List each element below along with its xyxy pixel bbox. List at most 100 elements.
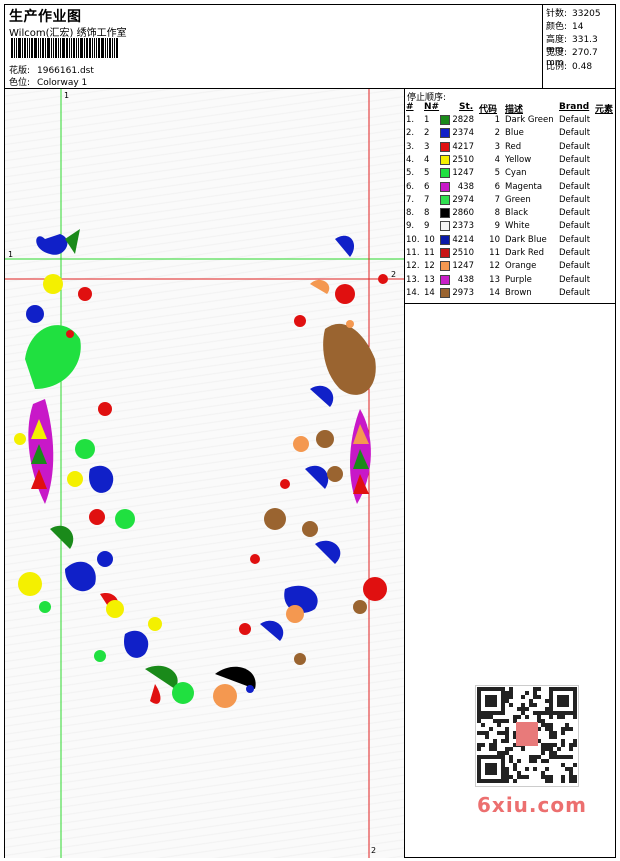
table-row[interactable]: 5. 5 1247 5 Cyan Default <box>405 167 616 180</box>
row-description: Dark Red <box>505 248 545 258</box>
row-stitches: 4214 <box>452 234 474 245</box>
row-stitches: 2974 <box>452 194 474 205</box>
color-swatch <box>440 181 450 192</box>
color-swatch <box>440 261 450 272</box>
row-stitches: 2374 <box>452 128 474 139</box>
row-code: 5 <box>494 168 500 179</box>
row-number: 8 <box>424 208 430 219</box>
row-code: 13 <box>489 274 500 285</box>
row-index: 9. <box>406 221 415 232</box>
table-row[interactable]: 10. 10 4214 10 Dark Blue Default <box>405 234 616 247</box>
colorway-row: 色位: Colorway 1 <box>9 75 87 88</box>
col-stitches: St. <box>459 102 474 112</box>
row-code: 10 <box>489 234 500 245</box>
row-code: 11 <box>489 248 500 258</box>
color-swatch <box>440 287 450 298</box>
col-hash: # <box>406 102 414 112</box>
row-number: 12 <box>424 261 435 272</box>
stop-sequence-panel: 停止顺序: # N# St. 代码 描述 Brand 元素 1. 1 2828 1 Da… <box>405 89 616 858</box>
table-row[interactable]: 7. 7 2974 7 Green Default <box>405 194 616 207</box>
row-code: 9 <box>494 221 500 232</box>
row-number: 3 <box>424 141 430 152</box>
color-swatch <box>440 194 450 205</box>
table-row[interactable]: 12. 12 1247 12 Orange Default <box>405 260 616 273</box>
row-index: 1. <box>406 115 415 125</box>
color-swatch <box>440 154 450 165</box>
table-row[interactable]: 13. 13 438 13 Purple Default <box>405 274 616 287</box>
row-brand: Default <box>559 234 591 245</box>
table-row[interactable]: 11. 11 2510 11 Dark Red Default <box>405 247 616 260</box>
spec-colors: 颜色: 14 <box>546 22 584 32</box>
spec-scale: 比例: 0.48 <box>546 62 593 72</box>
table-row[interactable]: 8. 8 2860 8 Black Default <box>405 207 616 220</box>
row-brand: Default <box>559 128 591 139</box>
table-row[interactable]: 1. 1 2828 1 Dark Green Default <box>405 114 616 127</box>
spec-stitches: 针数: 33205 <box>546 9 601 19</box>
row-brand: Default <box>559 194 591 205</box>
row-number: 2 <box>424 128 430 139</box>
row-code: 8 <box>494 208 500 219</box>
color-swatch <box>440 128 450 139</box>
row-description: Black <box>505 208 528 219</box>
row-code: 4 <box>494 154 500 165</box>
row-code: 2 <box>494 128 500 139</box>
table-row[interactable]: 14. 14 2973 14 Brown Default <box>405 287 616 300</box>
row-description: Yellow <box>505 154 532 165</box>
row-index: 4. <box>406 154 415 165</box>
row-index: 11. <box>406 248 420 258</box>
row-number: 13 <box>424 274 435 285</box>
page-title: 生产作业图 <box>9 9 82 25</box>
color-swatch <box>440 234 450 245</box>
design-canvas[interactable]: 1 1 2 2 <box>5 89 405 858</box>
row-index: 2. <box>406 128 415 139</box>
color-swatch <box>440 248 450 258</box>
row-brand: Default <box>559 141 591 152</box>
row-number: 1 <box>424 115 430 125</box>
row-description: Dark Green <box>505 115 554 125</box>
row-code: 3 <box>494 141 500 152</box>
row-index: 12. <box>406 261 420 272</box>
table-row[interactable]: 2. 2 2374 2 Blue Default <box>405 127 616 140</box>
row-code: 14 <box>489 287 500 298</box>
qr-code <box>475 685 579 787</box>
row-description: Brown <box>505 287 532 298</box>
row-number: 7 <box>424 194 430 205</box>
guide-label-v1: 1 <box>64 91 70 100</box>
design-specs: 针数: 33205 颜色: 14 高度: 331.3 mm 宽度: 270.7 mm 比… <box>543 5 616 89</box>
row-brand: Default <box>559 221 591 232</box>
row-index: 13. <box>406 274 420 285</box>
row-number: 14 <box>424 287 435 298</box>
production-worksheet: 生产作业图 Wilcom(汇宏) 绣饰工作室 花版: 1966161.dst 色位… <box>4 4 616 858</box>
row-description: Red <box>505 141 522 152</box>
row-stitches: 2510 <box>452 248 474 258</box>
guide-label-h1: 1 <box>8 250 14 259</box>
row-index: 7. <box>406 194 415 205</box>
left-motif <box>14 229 194 704</box>
row-description: Dark Blue <box>505 234 547 245</box>
row-description: Cyan <box>505 168 527 179</box>
watermark: 6xiu.com <box>477 793 587 817</box>
row-description: Green <box>505 194 531 205</box>
row-code: 1 <box>494 115 500 125</box>
row-brand: Default <box>559 287 591 298</box>
row-stitches: 438 <box>457 274 474 285</box>
row-code: 7 <box>494 194 500 205</box>
color-swatch <box>440 221 450 232</box>
row-brand: Default <box>559 115 591 125</box>
table-row[interactable]: 3. 3 4217 3 Red Default <box>405 141 616 154</box>
row-stitches: 2510 <box>452 154 474 165</box>
row-number: 6 <box>424 181 430 192</box>
row-number: 4 <box>424 154 430 165</box>
colorway-value: Colorway 1 <box>37 78 88 88</box>
table-row[interactable]: 6. 6 438 6 Magenta Default <box>405 181 616 194</box>
color-swatch <box>440 274 450 285</box>
row-brand: Default <box>559 248 591 258</box>
col-brand: Brand <box>559 102 590 112</box>
row-brand: Default <box>559 208 591 219</box>
table-row[interactable]: 4. 4 2510 4 Yellow Default <box>405 154 616 167</box>
row-stitches: 2860 <box>452 208 474 219</box>
row-stitches: 1247 <box>452 168 474 179</box>
table-row[interactable]: 9. 9 2373 9 White Default <box>405 220 616 233</box>
row-description: Blue <box>505 128 524 139</box>
guide-label-h2: 2 <box>391 270 397 279</box>
